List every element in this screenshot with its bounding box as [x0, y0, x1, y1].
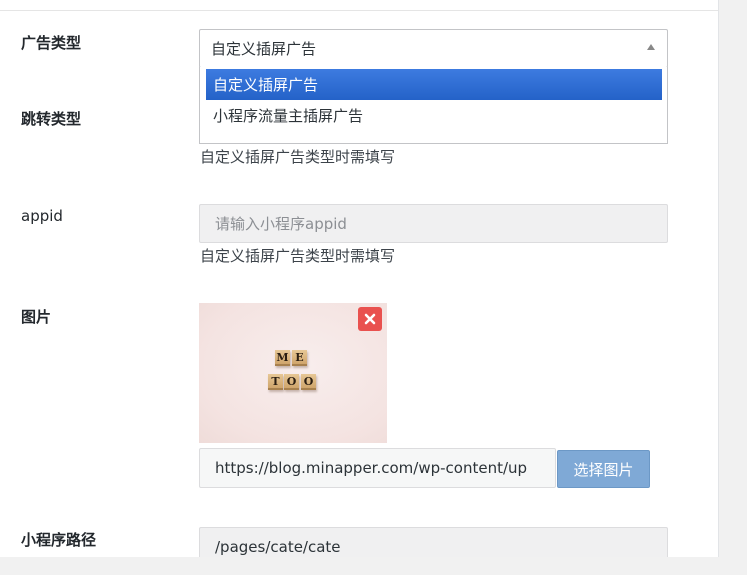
scrabble-tile: O	[284, 374, 299, 390]
jump-type-label: 跳转类型	[21, 110, 82, 128]
appid-input[interactable]: 请输入小程序appid	[199, 204, 668, 243]
settings-panel: 广告类型 自定义插屏广告 跳转类型 自定义插屏广告类型时需填写 自定义插屏广告 …	[0, 0, 719, 557]
scrabble-tile: T	[268, 374, 283, 390]
bottom-strip	[0, 557, 747, 575]
divider	[0, 10, 718, 11]
ad-type-option-custom[interactable]: 自定义插屏广告	[206, 69, 662, 100]
close-icon	[364, 313, 376, 325]
scrabble-tile: E	[292, 350, 307, 366]
scrabble-tile: O	[301, 374, 316, 390]
path-input[interactable]: /pages/cate/cate	[199, 527, 668, 557]
ad-type-label: 广告类型	[21, 34, 82, 52]
ad-type-dropdown: 自定义插屏广告 小程序流量主插屏广告	[199, 67, 668, 144]
triangle-up-icon	[647, 44, 655, 50]
remove-image-button[interactable]	[358, 307, 382, 331]
jump-type-hint: 自定义插屏广告类型时需填写	[200, 148, 396, 166]
image-label: 图片	[21, 308, 52, 326]
path-label: 小程序路径	[21, 531, 97, 549]
scrabble-tile: M	[275, 350, 290, 366]
appid-hint: 自定义插屏广告类型时需填写	[200, 247, 396, 265]
image-url-input[interactable]: https://blog.minapper.com/wp-content/up	[199, 448, 556, 488]
appid-label: appid	[21, 207, 63, 225]
ad-type-select[interactable]: 自定义插屏广告	[199, 29, 668, 68]
choose-image-button[interactable]: 选择图片	[557, 450, 650, 488]
ad-type-option-traffic[interactable]: 小程序流量主插屏广告	[206, 100, 662, 131]
ad-type-selected-value: 自定义插屏广告	[211, 40, 317, 58]
